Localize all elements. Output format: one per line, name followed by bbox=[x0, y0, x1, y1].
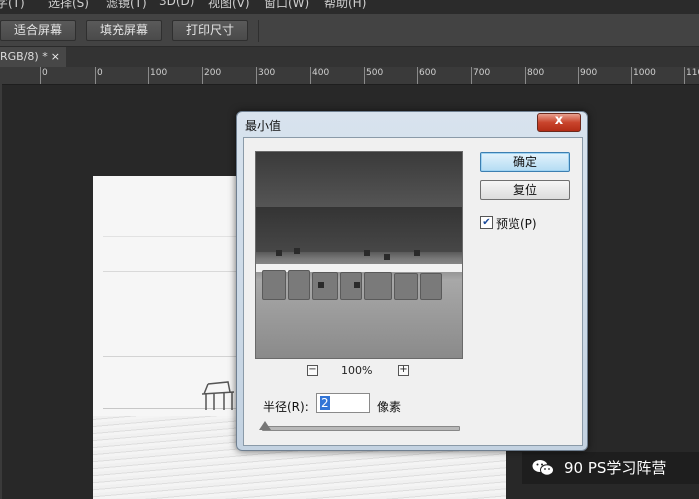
ruler-label: 100 bbox=[150, 68, 168, 78]
document-tab-bar: RGB/8) * × bbox=[0, 47, 699, 67]
fit-screen-button[interactable]: 适合屏幕 bbox=[0, 20, 76, 41]
minimum-filter-dialog: 最小值 x − 100% + 确定 复位 ✔ 预览(P) 半径(R): 2 像素 bbox=[236, 111, 588, 451]
ruler-tick bbox=[578, 67, 579, 84]
preview-spot bbox=[354, 282, 360, 288]
document-tab[interactable]: RGB/8) * × bbox=[0, 47, 66, 67]
preview-spot bbox=[318, 282, 324, 288]
ruler-tick bbox=[631, 67, 632, 84]
pier-sketch bbox=[201, 381, 235, 410]
dialog-body: − 100% + 确定 复位 ✔ 预览(P) 半径(R): 2 像素 bbox=[243, 137, 583, 446]
ruler-tick bbox=[40, 67, 41, 84]
ruler-tick bbox=[95, 67, 96, 84]
radius-slider-thumb[interactable] bbox=[259, 421, 271, 430]
ruler-tick bbox=[471, 67, 472, 84]
preview-spot bbox=[384, 254, 390, 260]
ruler-tick bbox=[417, 67, 418, 84]
fill-screen-button[interactable]: 填充屏幕 bbox=[86, 20, 162, 41]
print-size-button[interactable]: 打印尺寸 bbox=[172, 20, 248, 41]
ruler-label: 300 bbox=[258, 68, 276, 78]
zoom-in-button[interactable]: + bbox=[398, 365, 409, 376]
preview-shape bbox=[312, 272, 338, 300]
preview-highlight bbox=[256, 264, 462, 272]
ruler-label: 0 bbox=[97, 68, 103, 78]
preview-spot bbox=[276, 250, 282, 256]
ruler-label: 900 bbox=[580, 68, 598, 78]
ruler-label: 800 bbox=[527, 68, 545, 78]
radius-value: 2 bbox=[320, 396, 330, 410]
radius-slider-track[interactable] bbox=[262, 426, 460, 431]
preview-spot bbox=[414, 250, 420, 256]
watermark: 90 PS学习阵营 bbox=[522, 452, 699, 484]
ruler-label: 400 bbox=[312, 68, 330, 78]
watermark-text: 90 PS学习阵营 bbox=[564, 459, 667, 477]
menu-select[interactable]: 选择(S) bbox=[48, 0, 89, 11]
ruler-tick bbox=[684, 67, 685, 84]
preview-shape bbox=[394, 273, 418, 300]
ruler-label: 1000 bbox=[633, 68, 656, 78]
menu-bar: 字(T) 选择(S) 滤镜(T) 3D(D) 视图(V) 窗口(W) 帮助(H) bbox=[0, 0, 699, 14]
menu-view[interactable]: 视图(V) bbox=[208, 0, 250, 11]
preview-sky bbox=[256, 152, 462, 207]
preview-shape bbox=[364, 272, 392, 300]
filter-preview[interactable] bbox=[255, 151, 463, 359]
ruler-label: 700 bbox=[473, 68, 491, 78]
ruler-label: 500 bbox=[366, 68, 384, 78]
horizontal-ruler[interactable]: 0 0 100 200 300 400 500 600 700 800 900 … bbox=[0, 67, 699, 85]
preview-zoom-controls: − 100% + bbox=[255, 364, 461, 378]
menu-3d[interactable]: 3D(D) bbox=[159, 0, 194, 8]
menu-help[interactable]: 帮助(H) bbox=[324, 0, 366, 11]
wechat-icon bbox=[532, 460, 554, 476]
close-icon[interactable]: × bbox=[51, 47, 60, 67]
preview-shape bbox=[288, 270, 310, 300]
ruler-tick bbox=[364, 67, 365, 84]
menu-filter[interactable]: 滤镜(T) bbox=[106, 0, 147, 11]
ruler-tick bbox=[148, 67, 149, 84]
close-icon: x bbox=[554, 113, 564, 128]
ruler-label: 600 bbox=[419, 68, 437, 78]
document-tab-title: RGB/8) * bbox=[0, 50, 48, 63]
preview-spot bbox=[364, 250, 370, 256]
preview-spot bbox=[294, 248, 300, 254]
preview-checkbox-label: 预览(P) bbox=[496, 217, 537, 231]
radius-label: 半径(R): bbox=[263, 400, 309, 414]
ruler-tick bbox=[525, 67, 526, 84]
checkbox-check-icon: ✔ bbox=[480, 216, 493, 229]
zoom-out-button[interactable]: − bbox=[307, 365, 318, 376]
zoom-level: 100% bbox=[341, 364, 373, 377]
ruler-tick bbox=[202, 67, 203, 84]
ok-button[interactable]: 确定 bbox=[480, 152, 570, 172]
menu-type[interactable]: 字(T) bbox=[0, 0, 25, 11]
preview-shape bbox=[262, 270, 286, 300]
options-bar: 适合屏幕 填充屏幕 打印尺寸 bbox=[0, 14, 699, 47]
ruler-tick bbox=[256, 67, 257, 84]
dialog-close-button[interactable]: x bbox=[537, 113, 581, 132]
menu-window[interactable]: 窗口(W) bbox=[264, 0, 309, 11]
reset-button[interactable]: 复位 bbox=[480, 180, 570, 200]
vertical-ruler[interactable] bbox=[0, 84, 2, 499]
preview-shape bbox=[420, 273, 442, 300]
ruler-label: 200 bbox=[204, 68, 222, 78]
ruler-label: 0 bbox=[42, 68, 48, 78]
divider bbox=[258, 20, 259, 42]
dialog-title: 最小值 bbox=[245, 119, 282, 133]
ruler-label: 110 bbox=[686, 68, 699, 78]
ruler-tick bbox=[310, 67, 311, 84]
radius-input[interactable]: 2 bbox=[316, 393, 370, 413]
radius-unit-label: 像素 bbox=[377, 400, 402, 414]
preview-hills bbox=[256, 207, 462, 252]
